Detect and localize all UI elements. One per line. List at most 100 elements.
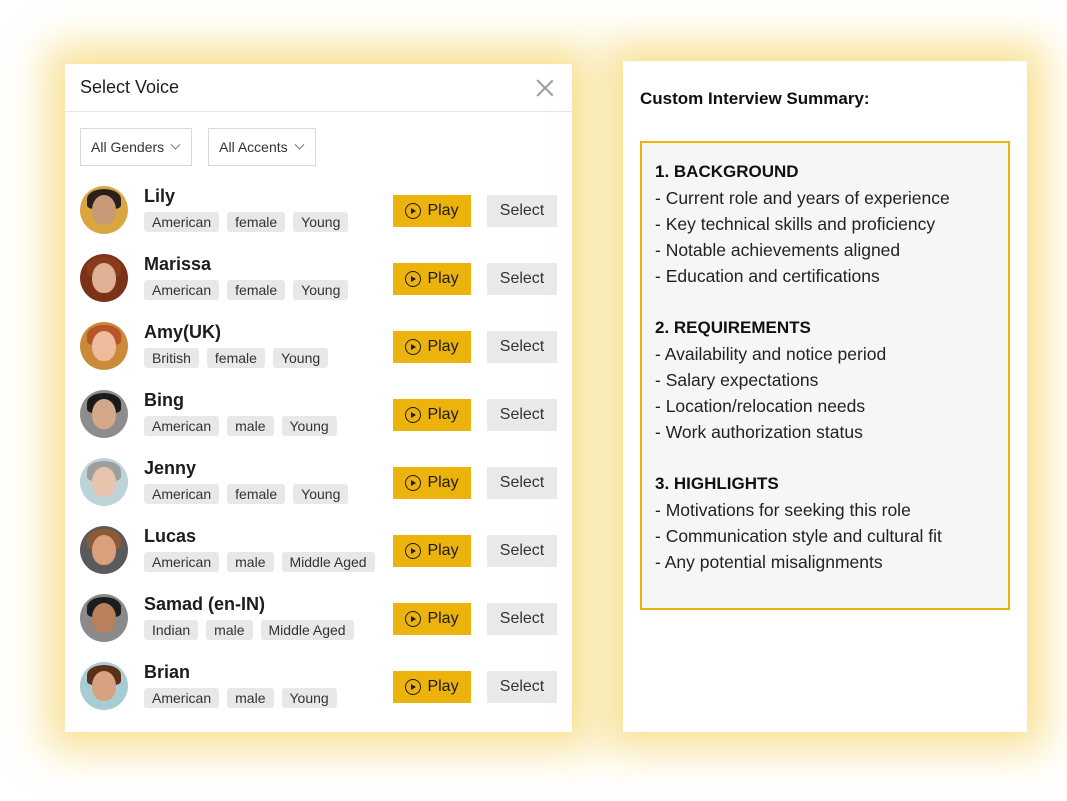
select-button[interactable]: Select <box>487 263 557 295</box>
avatar <box>80 322 128 370</box>
voice-actions: Play Select <box>393 195 557 227</box>
voice-tags: American male Middle Aged <box>144 552 375 572</box>
play-circle-icon <box>405 475 422 491</box>
play-button[interactable]: Play <box>393 671 471 703</box>
section-item: - Current role and years of experience <box>655 188 950 208</box>
voice-name: Marissa <box>144 254 212 274</box>
play-button[interactable]: Play <box>393 535 471 567</box>
voice-info: Jenny American female Young <box>144 456 349 504</box>
select-button[interactable]: Select <box>487 399 557 431</box>
avatar-face <box>92 671 116 701</box>
voice-row: Brian American male Young Play Select <box>80 660 557 728</box>
dialog-title: Select Voice <box>80 77 180 97</box>
chevron-down-icon <box>294 139 305 150</box>
voice-row: Lily American female Young Play Select <box>80 184 557 252</box>
play-button[interactable]: Play <box>393 331 471 363</box>
play-button[interactable]: Play <box>393 263 471 295</box>
voice-tag: Young <box>281 416 337 436</box>
voice-tag: Young <box>293 280 349 300</box>
voice-tag: American <box>144 484 220 504</box>
avatar <box>80 526 128 574</box>
voice-actions: Play Select <box>393 671 557 703</box>
play-button-label: Play <box>427 678 459 695</box>
play-circle-icon <box>405 611 422 627</box>
voice-actions: Play Select <box>393 535 557 567</box>
play-circle-icon <box>405 407 422 423</box>
summary-section: 1. BACKGROUND - Current role and years of… <box>655 159 1008 289</box>
play-button[interactable]: Play <box>393 603 471 635</box>
voice-row: Marissa American female Young Play Select <box>80 252 557 320</box>
voice-tag: American <box>144 688 220 708</box>
play-button[interactable]: Play <box>393 195 471 227</box>
avatar-face <box>92 263 116 293</box>
voice-tag: Young <box>293 484 349 504</box>
voice-row: Bing American male Young Play Select <box>80 388 557 456</box>
voice-tags: American female Young <box>144 484 349 504</box>
voice-actions: Play Select <box>393 399 557 431</box>
play-button[interactable]: Play <box>393 467 471 499</box>
voice-tag: Indian <box>144 620 199 640</box>
voice-actions: Play Select <box>393 467 557 499</box>
select-button[interactable]: Select <box>487 535 557 567</box>
section-item: - Notable achievements aligned <box>655 240 901 260</box>
voice-tag: male <box>227 688 274 708</box>
voice-tag: female <box>227 212 286 232</box>
voice-actions: Play Select <box>393 263 557 295</box>
play-button[interactable]: Play <box>393 399 471 431</box>
section-item: - Availability and notice period <box>655 344 887 364</box>
accent-filter-dropdown[interactable]: All Accents <box>208 128 316 166</box>
play-button-label: Play <box>427 610 459 627</box>
voice-info: Bing American male Young <box>144 388 337 436</box>
voice-row: Jenny American female Young Play Select <box>80 456 557 524</box>
play-circle-icon <box>405 339 422 355</box>
voice-tag: Middle Aged <box>281 552 375 572</box>
select-button[interactable]: Select <box>487 467 557 499</box>
voice-tag: American <box>144 280 220 300</box>
avatar-face <box>92 331 116 361</box>
voice-info: Lily American female Young <box>144 184 349 232</box>
voice-tags: Indian male Middle Aged <box>144 620 354 640</box>
select-button[interactable]: Select <box>487 195 557 227</box>
voice-info: Lucas American male Middle Aged <box>144 524 375 572</box>
voice-tags: American male Young <box>144 416 337 436</box>
filter-bar: All Genders All Accents <box>65 112 572 166</box>
section-heading: 2. REQUIREMENTS <box>655 318 811 337</box>
close-icon[interactable] <box>536 79 554 97</box>
chevron-down-icon <box>170 139 181 150</box>
voice-name: Samad (en-IN) <box>144 594 266 614</box>
avatar <box>80 186 128 234</box>
play-button-label: Play <box>427 474 459 491</box>
select-button[interactable]: Select <box>487 603 557 635</box>
avatar <box>80 458 128 506</box>
summary-title: Custom Interview Summary: <box>640 89 870 108</box>
play-button-label: Play <box>427 270 459 287</box>
summary-content-box: 1. BACKGROUND - Current role and years of… <box>640 141 1010 610</box>
play-button-label: Play <box>427 406 459 423</box>
gender-filter-dropdown[interactable]: All Genders <box>80 128 193 166</box>
select-button[interactable]: Select <box>487 671 557 703</box>
select-button[interactable]: Select <box>487 331 557 363</box>
voice-name: Jenny <box>144 458 197 478</box>
voice-tag: male <box>227 552 274 572</box>
voice-name: Lily <box>144 186 176 206</box>
voice-tag: British <box>144 348 199 368</box>
accent-filter-value: All Accents <box>219 139 288 155</box>
section-item: - Any potential misalignments <box>655 552 883 572</box>
section-item: - Education and certifications <box>655 266 880 286</box>
avatar <box>80 390 128 438</box>
voice-tag: American <box>144 552 220 572</box>
voice-name: Brian <box>144 662 191 682</box>
voice-name: Bing <box>144 390 184 410</box>
voice-tags: American male Young <box>144 688 337 708</box>
avatar-face <box>92 467 116 497</box>
voice-row: Lucas American male Middle Aged Play Select <box>80 524 557 592</box>
voice-tag: female <box>227 280 286 300</box>
voice-info: Marissa American female Young <box>144 252 349 300</box>
voice-tag: female <box>227 484 286 504</box>
play-button-label: Play <box>427 542 459 559</box>
voice-info: Samad (en-IN) Indian male Middle Aged <box>144 592 354 640</box>
voice-tags: British female Young <box>144 348 329 368</box>
avatar <box>80 594 128 642</box>
section-heading: 3. HIGHLIGHTS <box>655 474 779 493</box>
summary-section: 3. HIGHLIGHTS - Motivations for seeking t… <box>655 471 1008 575</box>
